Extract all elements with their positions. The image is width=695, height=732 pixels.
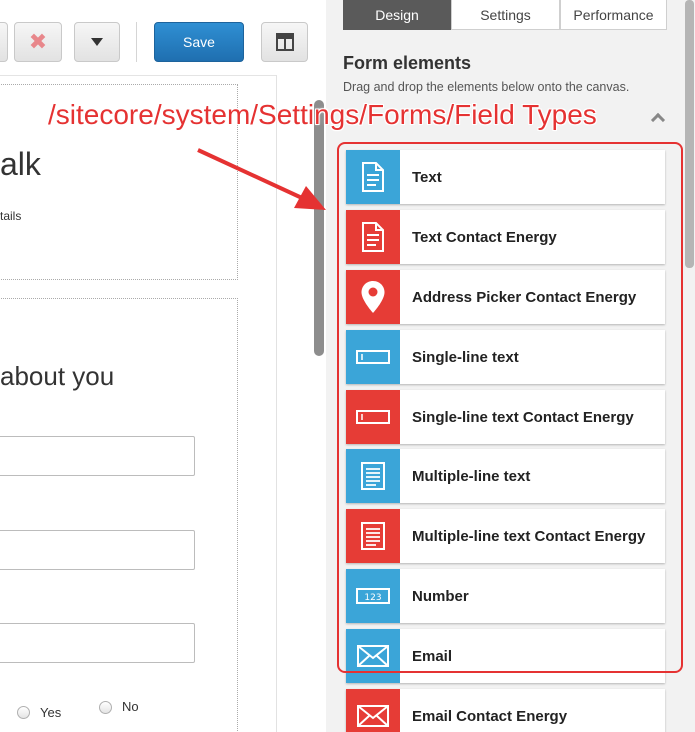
annotation-label: /sitecore/system/Settings/Forms/Field Ty… [48, 99, 597, 130]
